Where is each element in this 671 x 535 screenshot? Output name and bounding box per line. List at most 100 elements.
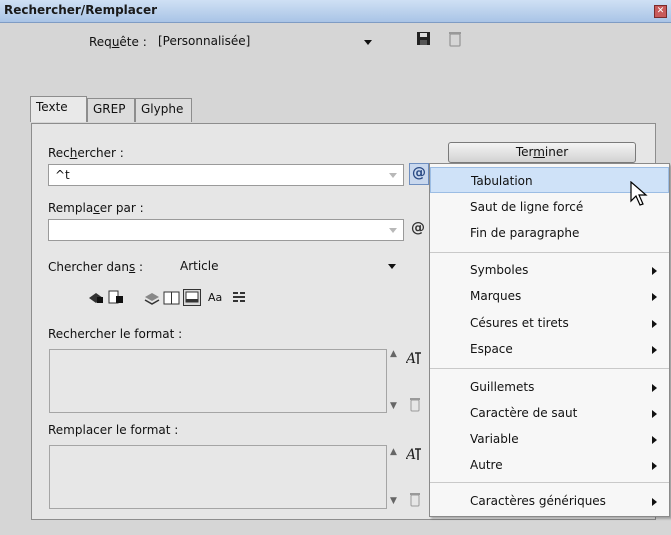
replace-history-chevron-icon[interactable] (389, 228, 397, 233)
search-in-dropdown[interactable]: Article (174, 256, 402, 278)
search-in-label: Chercher dans : (48, 260, 143, 274)
case-sensitive-icon[interactable]: Aa (208, 291, 222, 304)
replace-label-a: Rempla (48, 201, 94, 215)
find-label: Rechercher : (48, 146, 124, 160)
tab-glyphe[interactable]: Glyphe (135, 98, 192, 122)
menu-item-label: Caractère de saut (470, 406, 578, 420)
tab-glyphe-label: Glyphe (141, 102, 184, 116)
replace-label: Remplacer par : (48, 201, 144, 215)
find-value: ^t (55, 168, 70, 182)
include-hidden-layers-icon[interactable] (143, 291, 161, 305)
include-footnotes-icon[interactable] (183, 289, 201, 306)
find-label-b: ercher : (77, 146, 124, 160)
tab-texte[interactable]: Texte (30, 96, 87, 122)
special-chars-replace-icon: @ (411, 220, 425, 236)
query-value: [Personnalisée] (158, 34, 251, 48)
search-in-label-b: : (135, 260, 144, 274)
menu-item-label: Fin de paragraphe (470, 226, 580, 240)
clear-find-format-icon[interactable] (409, 397, 421, 412)
window-title: Rechercher/Remplacer (4, 3, 158, 17)
svg-text:A: A (406, 351, 416, 366)
special-chars-replace-button[interactable]: @ (409, 219, 429, 241)
arrow-cursor-icon (630, 181, 648, 206)
submenu-arrow-icon (652, 346, 657, 354)
done-label-mnemonic: m (533, 145, 545, 159)
tab-grep[interactable]: GREP (87, 98, 135, 122)
submenu-arrow-icon (652, 498, 657, 506)
menu-item-label: Autre (470, 458, 503, 472)
find-format-box[interactable] (49, 349, 387, 413)
query-label-b: ête : (119, 35, 147, 49)
menu-item-symboles[interactable]: Symboles (430, 257, 669, 283)
include-locked-stories-icon[interactable] (108, 290, 124, 305)
chevron-down-icon[interactable] (364, 40, 372, 45)
submenu-arrow-icon (652, 293, 657, 301)
menu-item-label: Variable (470, 432, 519, 446)
done-label-a: Ter (515, 145, 534, 159)
menu-item-label: Saut de ligne forcé (470, 200, 584, 214)
submenu-arrow-icon (652, 462, 657, 470)
menu-separator (430, 252, 669, 253)
close-icon[interactable]: ✕ (654, 5, 667, 18)
include-master-pages-icon[interactable] (163, 290, 181, 306)
find-format-scroll-down-icon[interactable]: ▼ (390, 401, 397, 411)
replace-label-b: er par : (99, 201, 144, 215)
find-format-scroll-up-icon[interactable]: ▲ (390, 349, 397, 359)
menu-item-label: Tabulation (471, 174, 533, 188)
menu-item-autre[interactable]: Autre (430, 452, 669, 478)
replace-format-scroll-up-icon[interactable]: ▲ (390, 447, 397, 457)
menu-item-label: Marques (470, 289, 522, 303)
find-label-a: Rec (48, 146, 70, 160)
special-characters-menu: Tabulation Saut de ligne forcé Fin de pa… (429, 163, 670, 517)
menu-item-guillemets[interactable]: Guillemets (430, 374, 669, 400)
query-dropdown[interactable]: [Personnalisée] (155, 32, 384, 52)
done-label-b: iner (544, 145, 569, 159)
replace-format-label: Remplacer le format : (48, 423, 179, 437)
menu-item-label: Espace (470, 342, 513, 356)
whole-word-icon[interactable] (232, 291, 246, 304)
menu-item-espace[interactable]: Espace (430, 336, 669, 362)
menu-item-caractere-saut[interactable]: Caractère de saut (430, 400, 669, 426)
menu-item-label: Guillemets (470, 380, 535, 394)
submenu-arrow-icon (652, 384, 657, 392)
menu-separator (430, 482, 669, 483)
tab-texte-label: Texte (36, 100, 68, 114)
done-button[interactable]: Terminer (448, 142, 636, 163)
menu-item-label: Symboles (470, 263, 529, 277)
menu-item-marques[interactable]: Marques (430, 283, 669, 309)
replace-label-mnemonic: c (93, 201, 100, 215)
tab-grep-label: GREP (93, 102, 126, 116)
menu-item-fin-paragraphe[interactable]: Fin de paragraphe (430, 220, 669, 246)
title-bar: Rechercher/Remplacer ✕ (0, 0, 671, 23)
search-in-label-a: Chercher dan (48, 260, 129, 274)
replace-format-scroll-down-icon[interactable]: ▼ (390, 496, 397, 506)
save-query-icon[interactable] (416, 31, 432, 47)
submenu-arrow-icon (652, 320, 657, 328)
menu-item-variable[interactable]: Variable (430, 426, 669, 452)
find-format-label: Rechercher le format : (48, 327, 183, 341)
include-locked-layers-icon[interactable] (87, 291, 105, 305)
menu-item-label: Césures et tirets (470, 316, 569, 330)
menu-item-caracteres-generiques[interactable]: Caractères génériques (430, 488, 669, 514)
submenu-arrow-icon (652, 410, 657, 418)
specify-replace-format-icon[interactable]: A (406, 446, 422, 462)
delete-query-icon[interactable] (448, 31, 462, 47)
query-label-a: Req (89, 35, 112, 49)
special-chars-icon: @ (412, 165, 426, 181)
find-input[interactable]: ^t (48, 164, 404, 186)
menu-separator (430, 368, 669, 369)
submenu-arrow-icon (652, 267, 657, 275)
query-label: Requête : (89, 35, 147, 49)
menu-item-cesures-tirets[interactable]: Césures et tirets (430, 310, 669, 336)
search-in-value: Article (180, 259, 219, 273)
replace-format-box[interactable] (49, 445, 387, 509)
specify-find-format-icon[interactable]: A (406, 350, 422, 366)
replace-input[interactable] (48, 219, 404, 241)
menu-item-label: Caractères génériques (470, 494, 606, 508)
special-chars-find-button[interactable]: @ (409, 163, 429, 185)
submenu-arrow-icon (652, 436, 657, 444)
find-history-chevron-icon[interactable] (389, 173, 397, 178)
clear-replace-format-icon[interactable] (409, 492, 421, 507)
svg-text:A: A (406, 447, 416, 462)
chevron-down-icon[interactable] (388, 264, 396, 269)
